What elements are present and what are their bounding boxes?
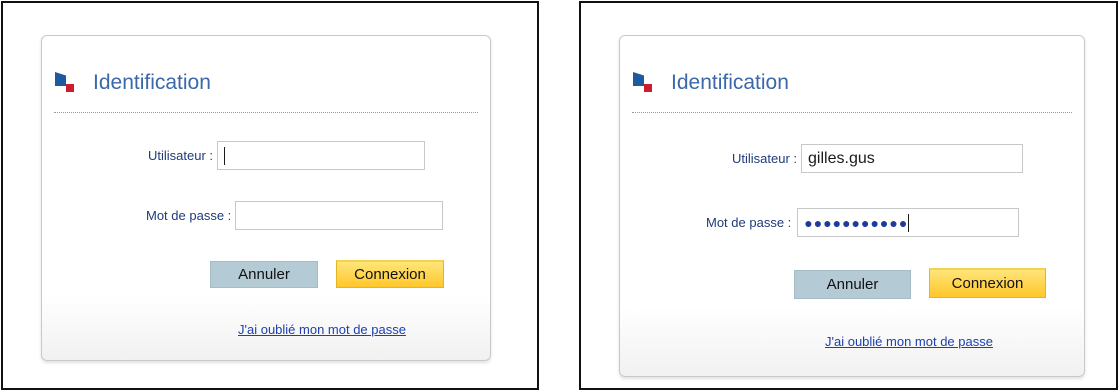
forgot-password-link[interactable]: J'ai oublié mon mot de passe <box>825 334 993 349</box>
title-divider <box>54 112 478 113</box>
screenshot-frame-empty: Identification Utilisateur : Mot de pass… <box>1 1 539 390</box>
text-caret <box>908 213 910 232</box>
cancel-button[interactable]: Annuler <box>794 270 911 299</box>
panel-title: Identification <box>671 71 789 94</box>
text-caret <box>224 146 226 165</box>
username-row: Utilisateur : gilles.gus <box>732 144 1024 173</box>
username-input[interactable]: gilles.gus <box>801 144 1024 173</box>
password-row: Mot de passe : <box>146 201 444 230</box>
cancel-button[interactable]: Annuler <box>210 261 318 288</box>
password-input[interactable] <box>235 201 444 230</box>
password-label: Mot de passe : <box>706 215 792 230</box>
username-row: Utilisateur : <box>148 141 426 170</box>
screenshot-frame-filled: Identification Utilisateur : gilles.gus … <box>579 1 1118 390</box>
login-panel: Identification Utilisateur : Mot de pass… <box>41 35 491 361</box>
panel-header: Identification <box>55 63 211 103</box>
password-input[interactable]: ●●●●●●●●●●● <box>797 208 1020 237</box>
username-input[interactable] <box>217 141 426 170</box>
username-value: gilles.gus <box>808 149 875 167</box>
brand-logo-icon <box>633 72 655 94</box>
panel-title: Identification <box>93 71 211 94</box>
password-mask: ●●●●●●●●●●● <box>804 214 909 231</box>
brand-logo-icon <box>55 72 77 94</box>
login-button[interactable]: Connexion <box>336 260 444 288</box>
title-divider <box>632 112 1072 113</box>
forgot-password-link[interactable]: J'ai oublié mon mot de passe <box>238 322 406 337</box>
username-label: Utilisateur : <box>732 151 798 166</box>
panel-header: Identification <box>633 63 789 103</box>
login-button[interactable]: Connexion <box>929 268 1046 298</box>
password-label: Mot de passe : <box>146 208 232 223</box>
username-label: Utilisateur : <box>148 148 214 163</box>
login-panel: Identification Utilisateur : gilles.gus … <box>619 35 1085 377</box>
password-row: Mot de passe : ●●●●●●●●●●● <box>706 208 1020 237</box>
